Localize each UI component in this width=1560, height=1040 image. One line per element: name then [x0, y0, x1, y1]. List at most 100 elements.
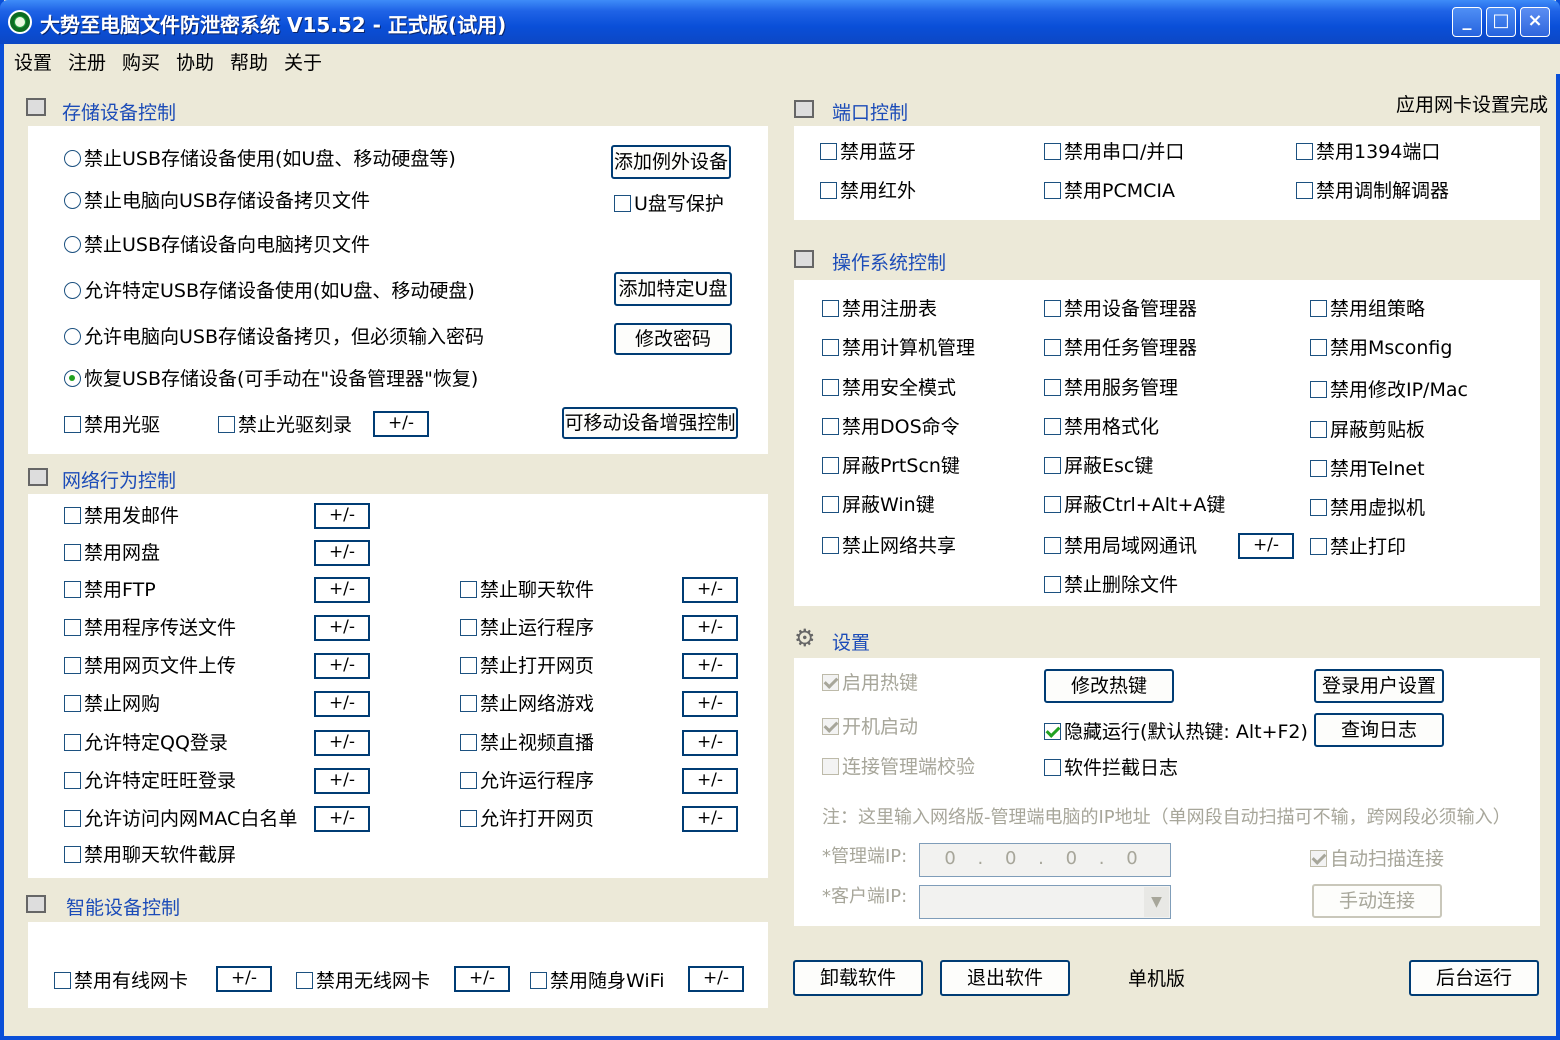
storage-radio-4[interactable]: 允许电脑向USB存储设备拷贝，但必须输入密码 [64, 326, 484, 348]
checkbox[interactable] [822, 718, 839, 735]
manual-connect-button[interactable]: 手动连接 [1312, 884, 1442, 918]
os-col3-checkbox-2[interactable]: 禁用修改IP/Mac [1310, 379, 1468, 401]
checkbox[interactable] [64, 734, 81, 751]
plus-minus-button[interactable]: +/- [454, 966, 510, 992]
checkbox[interactable] [1044, 182, 1061, 199]
smart-checkbox-0[interactable]: 禁用有线网卡 [54, 970, 188, 992]
checkbox[interactable] [64, 581, 81, 598]
checkbox[interactable] [1310, 381, 1327, 398]
network-left-checkbox-2[interactable]: 禁用FTP [64, 579, 156, 601]
close-button[interactable]: × [1520, 7, 1550, 37]
change-password-button[interactable]: 修改密码 [614, 323, 732, 355]
menu-item[interactable]: 帮助 [230, 48, 268, 75]
checkbox[interactable] [460, 657, 477, 674]
checkbox[interactable] [460, 734, 477, 751]
plus-minus-button[interactable]: +/- [216, 966, 272, 992]
checkbox[interactable] [64, 657, 81, 674]
checkbox[interactable] [460, 619, 477, 636]
radio-button[interactable] [64, 370, 81, 387]
checkbox[interactable] [1044, 759, 1061, 776]
plus-minus-button[interactable]: +/- [314, 691, 370, 717]
network-right-checkbox-2[interactable]: 禁止打开网页 [460, 655, 594, 677]
login-settings-button[interactable]: 登录用户设置 [1314, 669, 1444, 703]
usb-write-protect-checkbox[interactable]: U盘写保护 [614, 193, 724, 215]
checkbox[interactable] [1310, 850, 1327, 867]
checkbox[interactable] [460, 772, 477, 789]
port-checkbox-2[interactable]: 禁用1394端口 [1296, 141, 1440, 163]
checkbox[interactable] [822, 758, 839, 775]
plus-minus-button[interactable]: +/- [682, 653, 738, 679]
plus-minus-button[interactable]: +/- [682, 615, 738, 641]
plus-minus-button[interactable]: +/- [314, 806, 370, 832]
checkbox[interactable] [1044, 379, 1061, 396]
query-log-button[interactable]: 查询日志 [1314, 713, 1444, 747]
network-left-checkbox-6[interactable]: 允许特定QQ登录 [64, 732, 228, 754]
checkbox[interactable] [822, 379, 839, 396]
checkbox[interactable] [1044, 537, 1061, 554]
os-col3-checkbox-4[interactable]: 禁用Telnet [1310, 458, 1425, 480]
intercept-log-checkbox[interactable]: 软件拦截日志 [1044, 757, 1178, 779]
checkbox[interactable] [822, 537, 839, 554]
menu-item[interactable]: 协助 [176, 48, 214, 75]
os-col3-checkbox-3[interactable]: 屏蔽剪贴板 [1310, 419, 1425, 441]
checkbox[interactable] [64, 810, 81, 827]
os-col3-checkbox-1[interactable]: 禁用Msconfig [1310, 337, 1452, 359]
smart-checkbox-1[interactable]: 禁用无线网卡 [296, 970, 430, 992]
disable-burn-checkbox[interactable]: 禁止光驱刻录 [218, 414, 352, 436]
plus-minus-button[interactable]: +/- [682, 768, 738, 794]
plus-minus-button[interactable]: +/- [314, 540, 370, 566]
checkbox[interactable] [614, 195, 631, 212]
network-left-checkbox-8[interactable]: 允许访问内网MAC白名单 [64, 808, 297, 830]
checkbox[interactable] [1296, 182, 1313, 199]
checkbox[interactable] [64, 695, 81, 712]
checkbox[interactable] [820, 143, 837, 160]
os-col2-checkbox-4[interactable]: 屏蔽Esc键 [1044, 455, 1153, 477]
os-col1-checkbox-1[interactable]: 禁用计算机管理 [822, 337, 975, 359]
checkbox[interactable] [1310, 339, 1327, 356]
plus-minus-button[interactable]: +/- [682, 577, 738, 603]
checkbox[interactable] [820, 182, 837, 199]
checkbox[interactable] [1044, 723, 1061, 740]
checkbox[interactable] [1310, 300, 1327, 317]
checkbox[interactable] [460, 695, 477, 712]
plus-minus-button[interactable]: +/- [314, 768, 370, 794]
os-col1-checkbox-3[interactable]: 禁用DOS命令 [822, 416, 960, 438]
port-checkbox-4[interactable]: 禁用PCMCIA [1044, 180, 1175, 202]
radio-button[interactable] [64, 150, 81, 167]
os-col1-checkbox-6[interactable]: 禁止网络共享 [822, 535, 956, 557]
disable-cd-checkbox[interactable]: 禁用光驱 [64, 414, 160, 436]
plus-minus-button[interactable]: +/- [314, 730, 370, 756]
checkbox[interactable] [64, 772, 81, 789]
plus-minus-button[interactable]: +/- [314, 503, 370, 529]
menu-item[interactable]: 关于 [284, 48, 322, 75]
network-left-checkbox-9[interactable]: 禁用聊天软件截屏 [64, 844, 236, 866]
checkbox[interactable] [822, 339, 839, 356]
port-checkbox-3[interactable]: 禁用红外 [820, 180, 916, 202]
modify-hotkey-button[interactable]: 修改热键 [1044, 669, 1174, 703]
menu-item[interactable]: 设置 [14, 48, 52, 75]
network-right-checkbox-6[interactable]: 允许打开网页 [460, 808, 594, 830]
checkbox[interactable] [64, 846, 81, 863]
checkbox[interactable] [1310, 421, 1327, 438]
checkbox[interactable] [822, 300, 839, 317]
hide-run-checkbox[interactable]: 隐藏运行(默认热键: Alt+F2) [1044, 721, 1308, 743]
port-checkbox-5[interactable]: 禁用调制解调器 [1296, 180, 1449, 202]
checkbox[interactable] [460, 810, 477, 827]
checkbox[interactable] [530, 972, 547, 989]
network-right-checkbox-4[interactable]: 禁止视频直播 [460, 732, 594, 754]
network-right-checkbox-0[interactable]: 禁止聊天软件 [460, 579, 594, 601]
uninstall-button[interactable]: 卸载软件 [793, 960, 923, 996]
os-col2-checkbox-0[interactable]: 禁用设备管理器 [1044, 298, 1197, 320]
os-col1-checkbox-2[interactable]: 禁用安全模式 [822, 377, 956, 399]
plus-minus-button[interactable]: +/- [314, 577, 370, 603]
maximize-button[interactable]: □ [1486, 7, 1516, 37]
checkbox[interactable] [1044, 339, 1061, 356]
network-right-checkbox-3[interactable]: 禁止网络游戏 [460, 693, 594, 715]
menu-item[interactable]: 注册 [68, 48, 106, 75]
enhanced-control-button[interactable]: 可移动设备增强控制 [562, 407, 738, 439]
network-right-checkbox-5[interactable]: 允许运行程序 [460, 770, 594, 792]
network-right-checkbox-1[interactable]: 禁止运行程序 [460, 617, 594, 639]
checkbox[interactable] [64, 507, 81, 524]
network-left-checkbox-3[interactable]: 禁用程序传送文件 [64, 617, 236, 639]
checkbox[interactable] [1044, 418, 1061, 435]
